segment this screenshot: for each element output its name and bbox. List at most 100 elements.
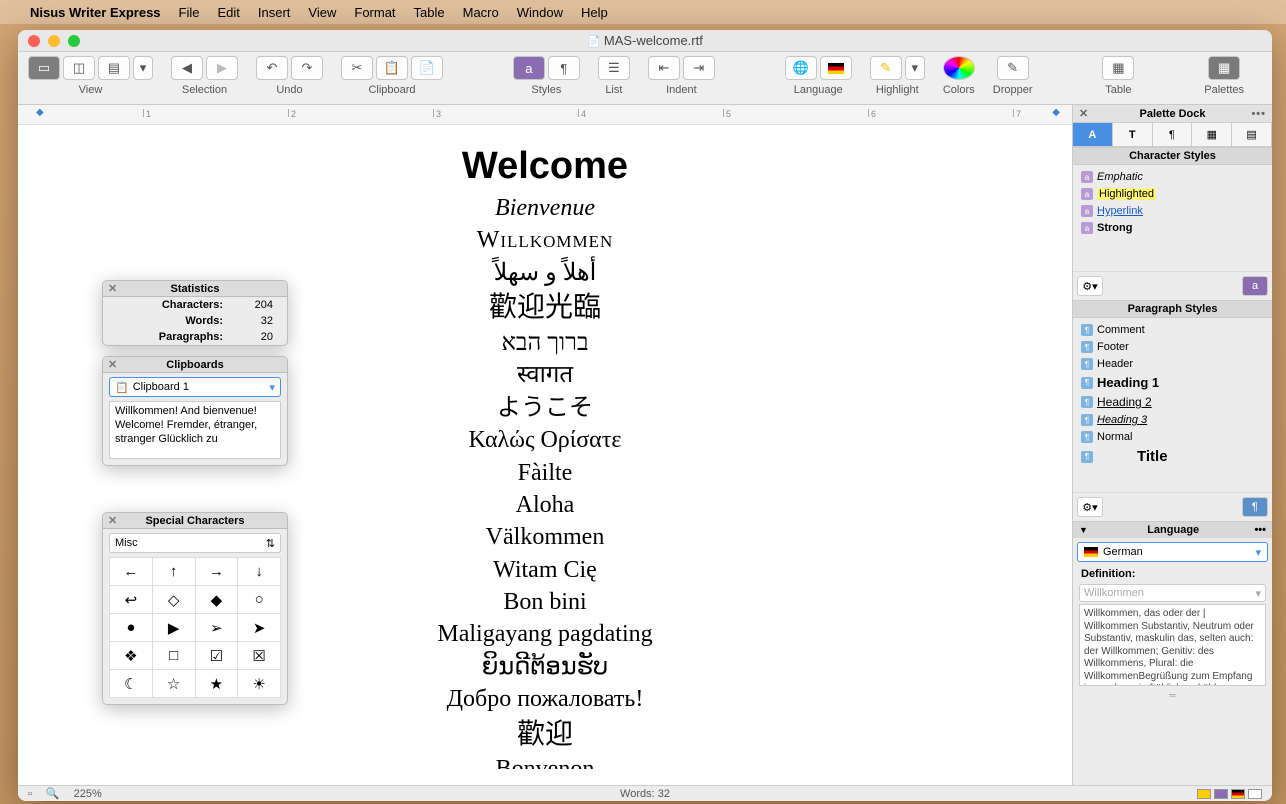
indent-label: Indent <box>666 84 697 96</box>
char-glyph[interactable]: ★ <box>196 670 239 698</box>
palette-tab-table[interactable]: ▦ <box>1192 123 1232 146</box>
view-mode-2[interactable]: ◫ <box>63 56 95 80</box>
char-glyph[interactable]: ↩ <box>110 586 153 614</box>
clipboard-select[interactable]: 📋 Clipboard 1▾ <box>109 377 281 397</box>
style-normal[interactable]: ¶Normal <box>1077 429 1268 445</box>
language-flag[interactable] <box>820 56 852 80</box>
style-comment[interactable]: ¶Comment <box>1077 322 1268 338</box>
statusbar: ▫ 🔍 225% Words: 32 <box>18 785 1272 801</box>
statistics-panel[interactable]: ✕Statistics Characters:204 Words:32 Para… <box>102 280 288 346</box>
char-glyph[interactable]: ☒ <box>238 642 281 670</box>
dropper-label: Dropper <box>993 84 1033 96</box>
style-hyperlink[interactable]: aHyperlink <box>1077 203 1268 219</box>
undo-button[interactable]: ↶ <box>256 56 288 80</box>
char-glyph[interactable]: ↓ <box>238 558 281 586</box>
highlight-button[interactable]: ✎ <box>870 56 902 80</box>
para-styles-apply[interactable]: ¶ <box>1242 497 1268 517</box>
selection-prev[interactable]: ◀ <box>171 56 203 80</box>
char-glyph[interactable]: ➤ <box>238 614 281 642</box>
char-glyph[interactable]: □ <box>153 642 196 670</box>
outdent-button[interactable]: ⇤ <box>648 56 680 80</box>
style-highlighted[interactable]: aHighlighted <box>1077 186 1268 202</box>
dropper-button[interactable]: ✎ <box>997 56 1029 80</box>
special-chars-panel[interactable]: ✕Special Characters Misc⇅ ← ↑ → ↓ ↩ ◇ ◆ … <box>102 512 288 705</box>
highlight-dropdown[interactable]: ▾ <box>905 56 925 80</box>
indent-button[interactable]: ⇥ <box>683 56 715 80</box>
language-menu[interactable]: ••• <box>1254 524 1266 536</box>
char-glyph[interactable]: ◆ <box>196 586 239 614</box>
language-header: Language <box>1092 524 1255 536</box>
menu-format[interactable]: Format <box>354 5 395 20</box>
table-button[interactable]: ▦ <box>1102 56 1134 80</box>
char-glyph[interactable]: ❖ <box>110 642 153 670</box>
flag-de-icon <box>1084 547 1098 557</box>
undo-label: Undo <box>276 84 302 96</box>
copy-button[interactable]: 📋 <box>376 56 408 80</box>
cut-button[interactable]: ✂ <box>341 56 373 80</box>
right-margin-icon[interactable]: ◆ <box>1052 107 1060 118</box>
char-styles-gear[interactable]: ⚙▾ <box>1077 276 1103 296</box>
left-margin-icon[interactable]: ◆ <box>36 107 44 118</box>
view-mode-3[interactable]: ▤ <box>98 56 130 80</box>
menu-table[interactable]: Table <box>414 5 445 20</box>
menu-help[interactable]: Help <box>581 5 608 20</box>
char-style-button[interactable]: a <box>513 56 545 80</box>
char-glyph[interactable]: ▶ <box>153 614 196 642</box>
palette-tab-layout[interactable]: ▤ <box>1232 123 1272 146</box>
style-emphatic[interactable]: aEmphatic <box>1077 169 1268 185</box>
chars-grid: ← ↑ → ↓ ↩ ◇ ◆ ○ ● ▶ ➢ ➤ ❖ □ ☑ ☒ ☾ ☆ ★ ☀ <box>109 557 281 698</box>
char-glyph[interactable]: ● <box>110 614 153 642</box>
clipboards-panel[interactable]: ✕Clipboards 📋 Clipboard 1▾ Willkommen! A… <box>102 356 288 466</box>
char-glyph[interactable]: ○ <box>238 586 281 614</box>
char-glyph[interactable]: ☀ <box>238 670 281 698</box>
char-glyph[interactable]: ↑ <box>153 558 196 586</box>
char-glyph[interactable]: ◇ <box>153 586 196 614</box>
char-glyph[interactable]: ← <box>110 558 153 586</box>
style-heading2[interactable]: ¶Heading 2 <box>1077 393 1268 411</box>
char-styles-apply[interactable]: a <box>1242 276 1268 296</box>
doc-line: 歡迎 <box>58 716 1032 754</box>
style-title[interactable]: ¶Title <box>1077 446 1268 467</box>
view-mode-1[interactable]: ▭ <box>28 56 60 80</box>
chars-title: Special Characters <box>103 515 287 527</box>
word-count: Words: 32 <box>18 788 1272 800</box>
colors-button[interactable] <box>943 56 975 80</box>
paste-button[interactable]: 📄 <box>411 56 443 80</box>
style-footer[interactable]: ¶Footer <box>1077 339 1268 355</box>
menu-insert[interactable]: Insert <box>258 5 291 20</box>
language-select[interactable]: German ▾ <box>1077 542 1268 562</box>
menu-file[interactable]: File <box>179 5 200 20</box>
app-menu[interactable]: Nisus Writer Express <box>30 5 161 20</box>
selection-next[interactable]: ▶ <box>206 56 238 80</box>
char-glyph[interactable]: ☑ <box>196 642 239 670</box>
palette-tab-char[interactable]: A <box>1073 123 1113 146</box>
redo-button[interactable]: ↷ <box>291 56 323 80</box>
char-glyph[interactable]: ➢ <box>196 614 239 642</box>
palette-dock: ✕ Palette Dock ••• A T ¶ ▦ ▤ Character S… <box>1072 105 1272 785</box>
style-heading1[interactable]: ¶Heading 1 <box>1077 373 1268 392</box>
para-style-button[interactable]: ¶ <box>548 56 580 80</box>
language-globe[interactable]: 🌐 <box>785 56 817 80</box>
palettes-button[interactable]: ▦ <box>1208 56 1240 80</box>
menu-edit[interactable]: Edit <box>218 5 240 20</box>
para-styles-gear[interactable]: ⚙▾ <box>1077 497 1103 517</box>
chars-category[interactable]: Misc⇅ <box>109 533 281 553</box>
palette-tab-text[interactable]: T <box>1113 123 1153 146</box>
char-glyph[interactable]: ☆ <box>153 670 196 698</box>
char-glyph[interactable]: → <box>196 558 239 586</box>
style-heading3[interactable]: ¶Heading 3 <box>1077 412 1268 428</box>
menu-view[interactable]: View <box>308 5 336 20</box>
menu-window[interactable]: Window <box>517 5 563 20</box>
list-button[interactable]: ☰ <box>598 56 630 80</box>
palette-tab-para[interactable]: ¶ <box>1153 123 1193 146</box>
char-glyph[interactable]: ☾ <box>110 670 153 698</box>
definition-input[interactable]: Willkommen ▾ <box>1079 584 1266 602</box>
style-strong[interactable]: aStrong <box>1077 220 1268 236</box>
view-mode-dropdown[interactable]: ▾ <box>133 56 153 80</box>
stats-title: Statistics <box>103 283 287 295</box>
language-collapse[interactable]: ▼ <box>1079 525 1088 535</box>
menubar: Nisus Writer Express File Edit Insert Vi… <box>0 0 1286 24</box>
style-header[interactable]: ¶Header <box>1077 356 1268 372</box>
menu-macro[interactable]: Macro <box>463 5 499 20</box>
ruler[interactable]: ◆ 1 2 3 4 5 6 7 ◆ <box>18 105 1072 125</box>
